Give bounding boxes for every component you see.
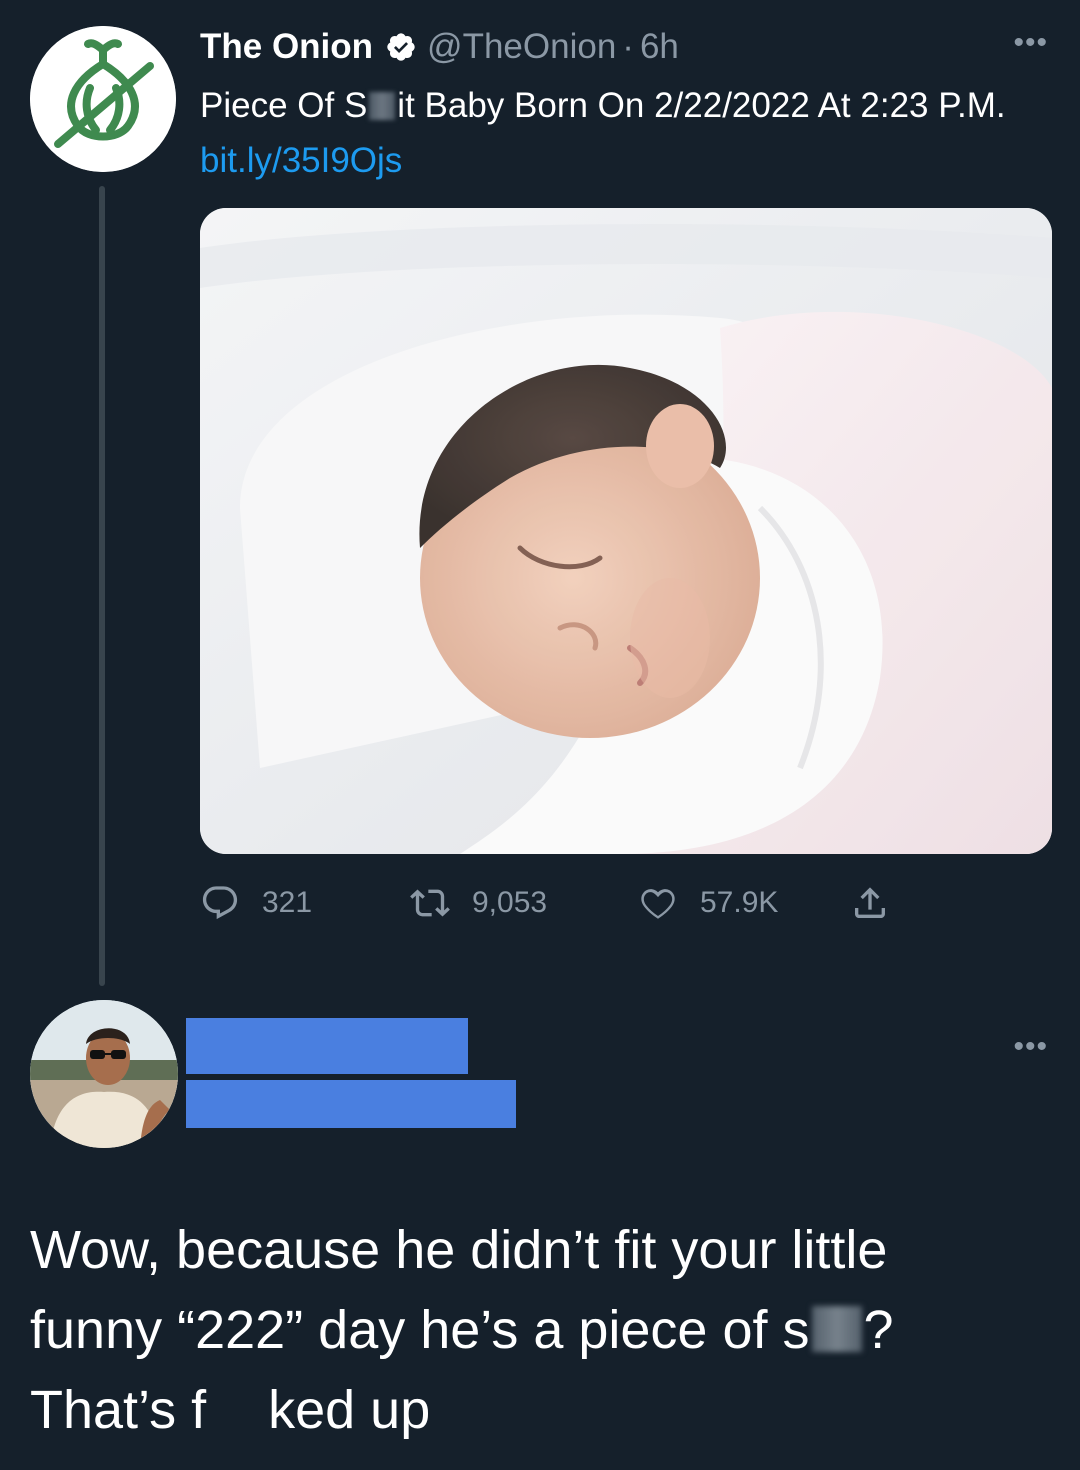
- share-icon: [855, 887, 885, 918]
- reply-line-2-part1: funny “222” day he’s a piece of s: [30, 1300, 810, 1360]
- reply-line-2-part2: ?: [863, 1300, 894, 1360]
- header-separator: ·: [622, 27, 634, 66]
- reply-count: 321: [262, 886, 313, 919]
- reply-avatar-photo: [30, 1000, 178, 1148]
- sleeping-baby-photo: [200, 208, 1052, 854]
- more-dots-icon[interactable]: •••: [1013, 1030, 1048, 1064]
- tweet-header: The Onion @TheOnion · 6h: [200, 24, 679, 70]
- retweet-count: 9,053: [472, 886, 548, 919]
- tweet-timestamp[interactable]: 6h: [640, 27, 679, 67]
- reply-line-1: Wow, because he didn’t fit your little: [30, 1220, 888, 1280]
- reply-user-avatar[interactable]: [30, 1000, 178, 1148]
- redacted-handle: [186, 1080, 516, 1128]
- tweet-action-bar: 321 9,053 57.9K: [200, 878, 930, 928]
- thread-connector-line: [99, 186, 105, 986]
- tweet-text: Piece Of S it Baby Born On 2/22/2022 At 2…: [200, 78, 1040, 188]
- tweet-thread-screenshot: The Onion @TheOnion · 6h ••• Piece Of S i…: [0, 0, 1080, 1470]
- reply-line-3: That’s f ked up: [30, 1370, 1050, 1450]
- more-dots-icon[interactable]: •••: [1013, 26, 1048, 60]
- author-handle[interactable]: @TheOnion: [427, 27, 616, 67]
- reply-line-3-part1: That’s f: [30, 1380, 207, 1440]
- like-count: 57.9K: [700, 886, 779, 919]
- onion-logo-icon: [30, 26, 176, 172]
- reply-line-2: funny “222” day he’s a piece of s?: [30, 1290, 1050, 1370]
- heart-icon: [641, 889, 675, 919]
- censor-blur: [811, 1306, 862, 1352]
- author-name[interactable]: The Onion: [200, 27, 373, 67]
- censor-blur: [369, 92, 396, 120]
- tweet-text-part2: it Baby Born On 2/22/2022 At 2:23 P.M.: [397, 86, 1006, 125]
- tweet-media-image[interactable]: [200, 208, 1052, 854]
- tweet-link[interactable]: bit.ly/35I9Ojs: [200, 141, 402, 180]
- retweet-button[interactable]: 9,053: [410, 878, 547, 928]
- redacted-display-name: [186, 1018, 468, 1074]
- reply-text: Wow, because he didn’t fit your little f…: [30, 1210, 1050, 1450]
- reply-bubble-icon: [202, 886, 238, 920]
- retweet-icon: [410, 889, 450, 917]
- reply-line-3-part2: ked up: [268, 1380, 431, 1440]
- verified-badge-icon: [385, 31, 417, 63]
- the-onion-avatar[interactable]: [30, 26, 176, 172]
- like-button[interactable]: 57.9K: [638, 878, 778, 928]
- tweet-text-part1: Piece Of S: [200, 86, 368, 125]
- share-button[interactable]: [850, 878, 912, 928]
- reply-button[interactable]: 321: [200, 878, 312, 928]
